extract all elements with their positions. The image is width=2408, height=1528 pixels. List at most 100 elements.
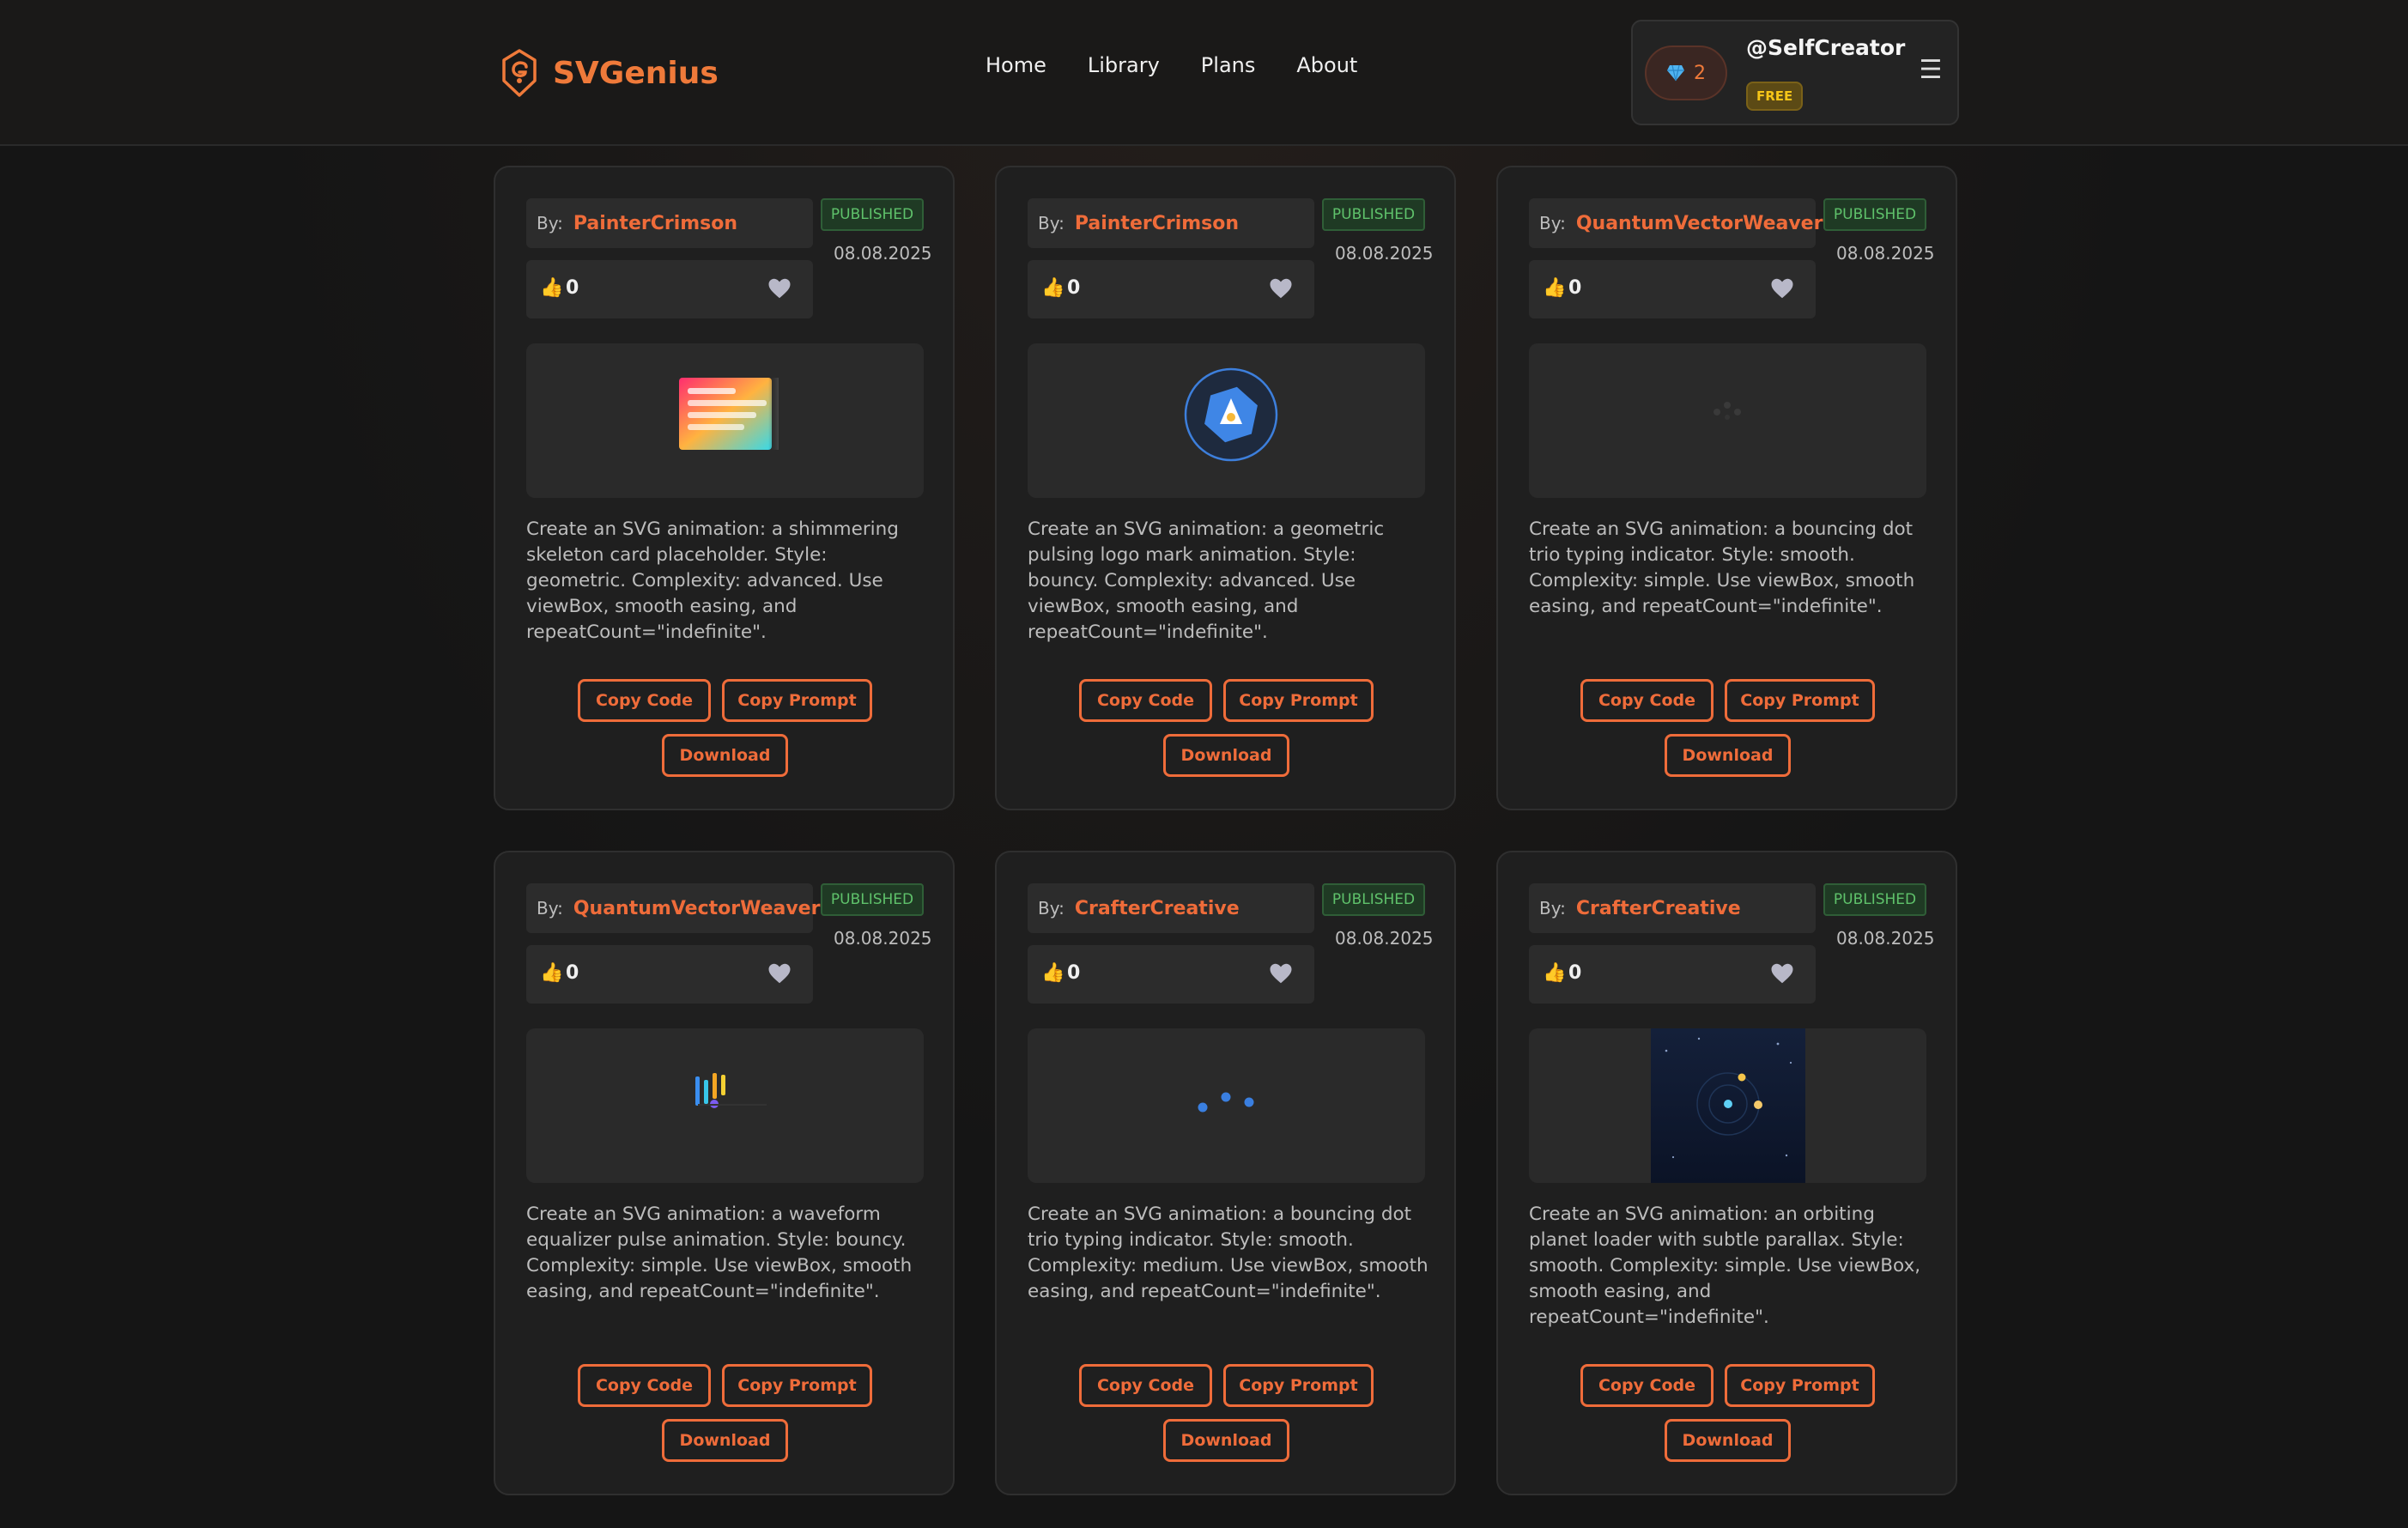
status-badge: PUBLISHED [821, 883, 924, 916]
likes-box: 👍 0 [1529, 260, 1816, 318]
nav-home[interactable]: Home [986, 53, 1046, 77]
thumbs-up-icon: 👍 [540, 277, 564, 299]
author-box: By: CrafterCreative [1529, 883, 1816, 933]
publish-date: 08.08.2025 [834, 928, 932, 949]
likes-box: 👍 0 [526, 260, 813, 318]
download-button[interactable]: Download [1665, 734, 1791, 777]
likes-box: 👍 0 [1028, 260, 1314, 318]
copy-prompt-button[interactable]: Copy Prompt [722, 1364, 872, 1407]
author-link[interactable]: QuantumVectorWeaver [1576, 213, 1823, 234]
like-count: 0 [1067, 277, 1081, 299]
status-badge: PUBLISHED [1322, 883, 1425, 916]
by-label: By: [1539, 898, 1566, 919]
by-label: By: [1038, 898, 1064, 919]
app-name: SVGenius [553, 55, 719, 91]
copy-prompt-button[interactable]: Copy Prompt [722, 679, 872, 722]
like-count: 0 [566, 962, 579, 984]
author-link[interactable]: CrafterCreative [1075, 898, 1240, 919]
svg-card: By: CrafterCreative 👍 0 PUBLISHED 08.08.… [995, 851, 1456, 1495]
svg-card: By: QuantumVectorWeaver 👍 0 PUBLISHED 08… [494, 851, 955, 1495]
gem-icon [1667, 64, 1684, 82]
copy-code-button[interactable]: Copy Code [1580, 679, 1714, 722]
gem-count: 2 [1694, 62, 1706, 84]
like-count: 0 [1067, 962, 1081, 984]
by-label: By: [1539, 213, 1566, 233]
thumbs-up-icon: 👍 [540, 962, 564, 984]
prompt-text: Create an SVG animation: a bouncing dot … [1529, 518, 1915, 617]
prompt-text: Create an SVG animation: a geometric pul… [1028, 518, 1385, 643]
publish-date: 08.08.2025 [1335, 243, 1434, 264]
author-box: By: CrafterCreative [1028, 883, 1314, 933]
heart-icon[interactable] [1268, 961, 1294, 986]
author-link[interactable]: PainterCrimson [573, 213, 737, 234]
top-header: SVGenius Home Library Plans About 2 @Sel… [0, 0, 2408, 146]
heart-icon[interactable] [767, 276, 792, 301]
copy-code-button[interactable]: Copy Code [1079, 1364, 1212, 1407]
status-badge: PUBLISHED [1322, 198, 1425, 231]
copy-code-button[interactable]: Copy Code [578, 679, 711, 722]
copy-prompt-button[interactable]: Copy Prompt [1725, 679, 1875, 722]
download-button[interactable]: Download [1163, 734, 1289, 777]
download-button[interactable]: Download [662, 1419, 788, 1462]
copy-prompt-button[interactable]: Copy Prompt [1223, 1364, 1374, 1407]
svg-card: By: PainterCrimson 👍 0 PUBLISHED 08.08.2… [995, 166, 1456, 810]
thumbs-up-icon: 👍 [1041, 277, 1065, 299]
publish-date: 08.08.2025 [1335, 928, 1434, 949]
likes-box: 👍 0 [526, 945, 813, 1004]
thumbs-up-icon: 👍 [1543, 962, 1567, 984]
copy-prompt-button[interactable]: Copy Prompt [1725, 1364, 1875, 1407]
copy-code-button[interactable]: Copy Code [1580, 1364, 1714, 1407]
likes-box: 👍 0 [1028, 945, 1314, 1004]
copy-prompt-button[interactable]: Copy Prompt [1223, 679, 1374, 722]
copy-code-button[interactable]: Copy Code [1079, 679, 1212, 722]
heart-icon[interactable] [1268, 276, 1294, 301]
svg-preview [1028, 343, 1425, 498]
svg-card: By: QuantumVectorWeaver 👍 0 PUBLISHED 08… [1496, 166, 1957, 810]
main-nav: Home Library Plans About [986, 53, 1357, 77]
prompt-text: Create an SVG animation: a shimmering sk… [526, 518, 899, 643]
user-panel: 2 @SelfCreator FREE ☰ [1631, 20, 1959, 125]
hamburger-menu-icon[interactable]: ☰ [1916, 56, 1945, 85]
svg-card-grid: By: PainterCrimson 👍 0 PUBLISHED 08.08.2… [494, 166, 1957, 1495]
svg-preview [1529, 343, 1926, 498]
nav-library[interactable]: Library [1088, 53, 1160, 77]
nav-about[interactable]: About [1296, 53, 1357, 77]
like-count: 0 [566, 277, 579, 299]
svg-preview [526, 1028, 924, 1183]
svg-card: By: PainterCrimson 👍 0 PUBLISHED 08.08.2… [494, 166, 955, 810]
author-link[interactable]: CrafterCreative [1576, 898, 1741, 919]
author-box: By: PainterCrimson [1028, 198, 1314, 248]
heart-icon[interactable] [1769, 961, 1795, 986]
thumbs-up-icon: 👍 [1543, 277, 1567, 299]
gem-balance[interactable]: 2 [1645, 45, 1727, 100]
nav-plans[interactable]: Plans [1201, 53, 1256, 77]
heart-icon[interactable] [1769, 276, 1795, 301]
brain-logo-icon [502, 49, 537, 97]
svg-preview [1028, 1028, 1425, 1183]
likes-box: 👍 0 [1529, 945, 1816, 1004]
author-box: By: QuantumVectorWeaver [1529, 198, 1823, 248]
by-label: By: [1038, 213, 1064, 233]
author-box: By: PainterCrimson [526, 198, 813, 248]
download-button[interactable]: Download [1163, 1419, 1289, 1462]
like-count: 0 [1568, 277, 1582, 299]
author-link[interactable]: QuantumVectorWeaver [573, 898, 821, 919]
logo[interactable]: SVGenius [500, 46, 719, 100]
prompt-text: Create an SVG animation: a bouncing dot … [1028, 1204, 1428, 1302]
svg-card: By: CrafterCreative 👍 0 PUBLISHED 08.08.… [1496, 851, 1957, 1495]
status-badge: PUBLISHED [1823, 198, 1926, 231]
by-label: By: [537, 213, 563, 233]
plan-badge: FREE [1746, 82, 1804, 111]
copy-code-button[interactable]: Copy Code [578, 1364, 711, 1407]
username: @SelfCreator [1746, 35, 1906, 60]
author-link[interactable]: PainterCrimson [1075, 213, 1239, 234]
status-badge: PUBLISHED [1823, 883, 1926, 916]
download-button[interactable]: Download [662, 734, 788, 777]
heart-icon[interactable] [767, 961, 792, 986]
publish-date: 08.08.2025 [834, 243, 932, 264]
publish-date: 08.08.2025 [1836, 243, 1935, 264]
svg-preview [526, 343, 924, 498]
download-button[interactable]: Download [1665, 1419, 1791, 1462]
by-label: By: [537, 898, 563, 919]
author-box: By: QuantumVectorWeaver [526, 883, 820, 933]
